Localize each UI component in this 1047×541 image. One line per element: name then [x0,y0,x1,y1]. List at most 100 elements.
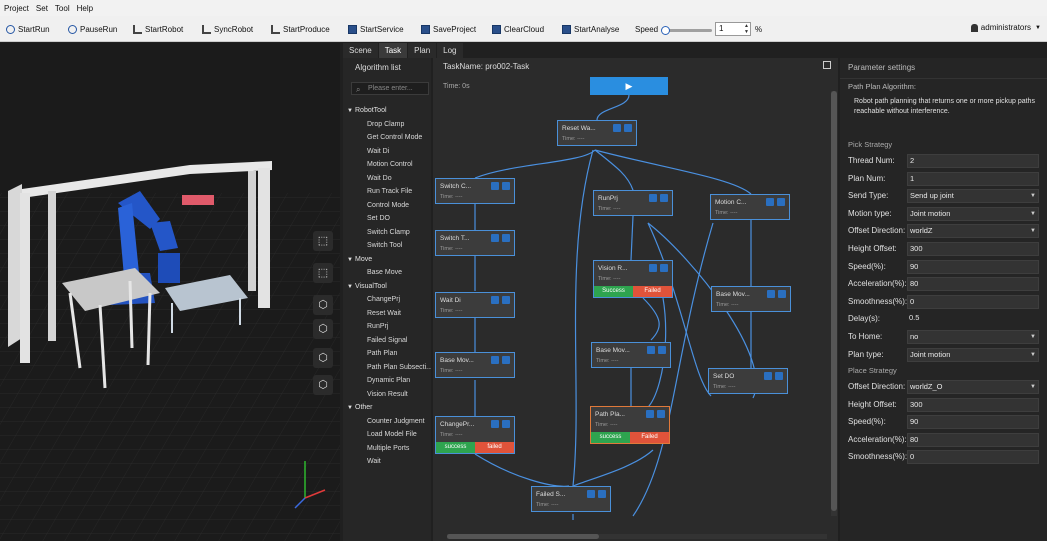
speed-slider[interactable] [660,26,712,35]
algorithm-item[interactable]: Load Model File [343,428,431,442]
speed-input[interactable]: 1 ▲ ▼ [715,22,751,36]
param-input[interactable]: 90 [907,259,1039,274]
start-run-button[interactable]: StartRun [6,21,50,37]
node-runprj[interactable]: RunPrj Time: ---- [593,190,673,216]
node-download-icon[interactable] [598,490,606,498]
node-edit-icon[interactable] [646,410,654,418]
param-input[interactable]: 80 [907,432,1039,447]
param-dropdown[interactable]: Joint motion ▼ [907,347,1039,362]
category-robottool[interactable]: ▼ RobotTool [343,104,431,118]
node-vision-result[interactable]: Vision R... Time: ---- Success Failed [593,260,673,298]
param-input[interactable]: 300 [907,242,1039,256]
node-wait-di[interactable]: Wait Di Time: ---- [435,292,515,318]
node-edit-icon[interactable] [587,490,595,498]
node-download-icon[interactable] [777,198,785,206]
algorithm-item[interactable]: Dynamic Plan [343,374,431,388]
node-edit-icon[interactable] [491,234,499,242]
param-dropdown[interactable]: Send up joint ▼ [907,189,1039,204]
node-edit-icon[interactable] [647,346,655,354]
node-edit-icon[interactable] [491,182,499,190]
node-switch-clamp[interactable]: Switch C... Time: ---- [435,178,515,204]
node-set-do[interactable]: Set DO Time: ---- [708,368,788,394]
algorithm-item[interactable]: Wait Do [343,172,431,186]
start-node[interactable]: ▶ [590,77,668,95]
tab-task[interactable]: Task [378,43,408,58]
start-service-button[interactable]: StartService [348,21,404,37]
clear-cloud-button[interactable]: ClearCloud [492,21,544,37]
success-port[interactable]: Success [594,286,633,297]
param-input[interactable]: 0 [907,294,1039,309]
copy-icon[interactable] [823,61,831,69]
param-input[interactable]: 80 [907,277,1039,292]
node-download-icon[interactable] [660,264,668,272]
node-download-icon[interactable] [502,420,510,428]
menu-project[interactable]: Project [4,4,29,13]
param-dropdown[interactable]: worldZ ▼ [907,224,1039,239]
algorithm-item[interactable]: Motion Control [343,158,431,172]
speed-slider-handle[interactable] [660,26,670,35]
view-top-icon[interactable]: ⬡ [313,295,333,315]
algorithm-item[interactable]: Failed Signal [343,334,431,348]
param-dropdown[interactable]: Joint motion ▼ [907,206,1039,221]
node-download-icon[interactable] [775,372,783,380]
algorithm-item[interactable]: Counter Judgment [343,415,431,429]
algorithm-item[interactable]: Reset Wait [343,307,431,321]
param-dropdown[interactable]: worldZ_O ▼ [907,380,1039,394]
spin-arrows-icon[interactable]: ▲ ▼ [744,23,749,35]
algorithm-item[interactable]: Wait [343,455,431,469]
failed-port[interactable]: Failed [633,286,672,297]
algorithm-item[interactable]: Path Plan Subsecti... [343,361,431,375]
view-bottom-icon[interactable]: ⬡ [313,319,333,339]
node-download-icon[interactable] [657,410,665,418]
algorithm-item[interactable]: Drop Clamp [343,118,431,132]
pause-run-button[interactable]: PauseRun [68,21,117,37]
algorithm-item[interactable]: Path Plan [343,347,431,361]
start-robot-button[interactable]: StartRobot [133,21,183,37]
algorithm-item[interactable]: Control Mode [343,199,431,213]
param-input[interactable]: 300 [907,397,1039,412]
param-dropdown[interactable]: no ▼ [907,330,1039,344]
node-edit-icon[interactable] [764,372,772,380]
algorithm-item[interactable]: Vision Result [343,388,431,402]
failed-port[interactable]: Failed [630,432,669,443]
horizontal-scrollbar[interactable] [447,534,827,539]
node-motion-control[interactable]: Motion C... Time: ---- [710,194,790,220]
algorithm-item[interactable]: Get Control Mode [343,131,431,145]
tab-scene[interactable]: Scene [343,43,378,58]
node-edit-icon[interactable] [649,194,657,202]
node-path-plan[interactable]: Path Pla... Time: ---- success Failed [590,406,670,444]
view-left-icon[interactable]: ⬡ [313,348,333,368]
algorithm-item[interactable]: Switch Clamp [343,226,431,240]
success-port[interactable]: success [436,442,475,453]
start-analyse-button[interactable]: StartAnalyse [562,21,619,37]
algorithm-item[interactable]: Switch Tool [343,239,431,253]
algorithm-item[interactable]: RunPrj [343,320,431,334]
node-download-icon[interactable] [502,356,510,364]
node-edit-icon[interactable] [649,264,657,272]
node-download-icon[interactable] [502,234,510,242]
node-download-icon[interactable] [624,124,632,132]
task-flow-canvas[interactable]: TaskName: pro002-Task Time: 0s ▶ Reset W… [433,58,838,541]
node-base-move-mid[interactable]: Base Mov... Time: ---- [591,342,671,368]
node-change-prj[interactable]: ChangePr... Time: ---- success failed [435,416,515,454]
sync-robot-button[interactable]: SyncRobot [202,21,253,37]
node-download-icon[interactable] [778,290,786,298]
save-project-button[interactable]: SaveProject [421,21,476,37]
success-port[interactable]: success [591,432,630,443]
algorithm-search-input[interactable]: ⌕ Please enter... [351,82,429,95]
node-download-icon[interactable] [660,194,668,202]
scroll-thumb[interactable] [831,91,837,511]
node-edit-icon[interactable] [491,420,499,428]
menu-help[interactable]: Help [77,4,93,13]
node-reset-wait[interactable]: Reset Wa... Time: ---- [557,120,637,146]
param-input[interactable]: 2 [907,154,1039,168]
param-input[interactable]: 90 [907,415,1039,430]
failed-port[interactable]: failed [475,442,514,453]
param-input[interactable]: 0 [907,450,1039,465]
view-right-icon[interactable]: ⬡ [313,375,333,395]
menu-set[interactable]: Set [36,4,48,13]
tab-log[interactable]: Log [437,43,463,58]
param-input[interactable]: 0.5 [907,312,1039,326]
scroll-thumb[interactable] [447,534,599,539]
node-failed-signal[interactable]: Failed S... Time: ---- [531,486,611,512]
